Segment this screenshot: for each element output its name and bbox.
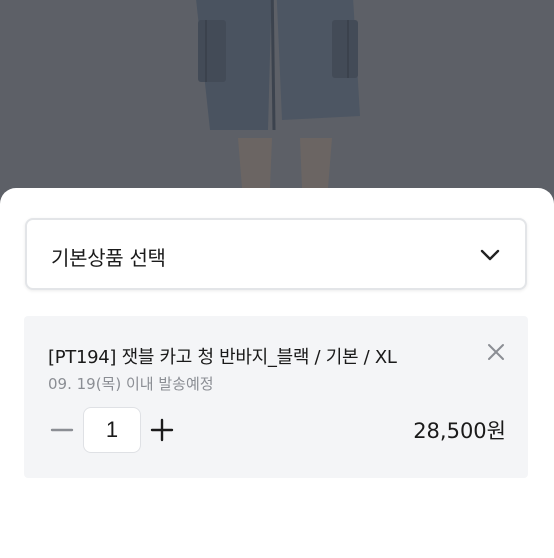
plus-icon[interactable]	[148, 416, 176, 444]
option-title: [PT194] 잿블 카고 청 반바지_블랙 / 기본 / XL	[48, 347, 397, 368]
chevron-down-icon	[480, 249, 500, 261]
option-bottom-sheet: 기본상품 선택 [PT194] 잿블 카고 청 반바지_블랙 / 기본 / XL…	[0, 188, 554, 558]
delivery-date: 09. 19(목) 이내 발송예정	[48, 375, 214, 393]
selected-option-card: [PT194] 잿블 카고 청 반바지_블랙 / 기본 / XL 09. 19(…	[24, 316, 528, 478]
close-icon[interactable]	[484, 340, 508, 364]
option-select-label: 기본상품 선택	[51, 246, 166, 270]
product-photo-legs	[238, 138, 332, 188]
quantity-input[interactable]: 1	[83, 407, 141, 453]
minus-icon[interactable]	[48, 416, 76, 444]
option-select-dropdown[interactable]: 기본상품 선택	[25, 218, 527, 290]
product-photo-shorts	[188, 0, 360, 140]
option-price: 28,500원	[413, 419, 506, 443]
